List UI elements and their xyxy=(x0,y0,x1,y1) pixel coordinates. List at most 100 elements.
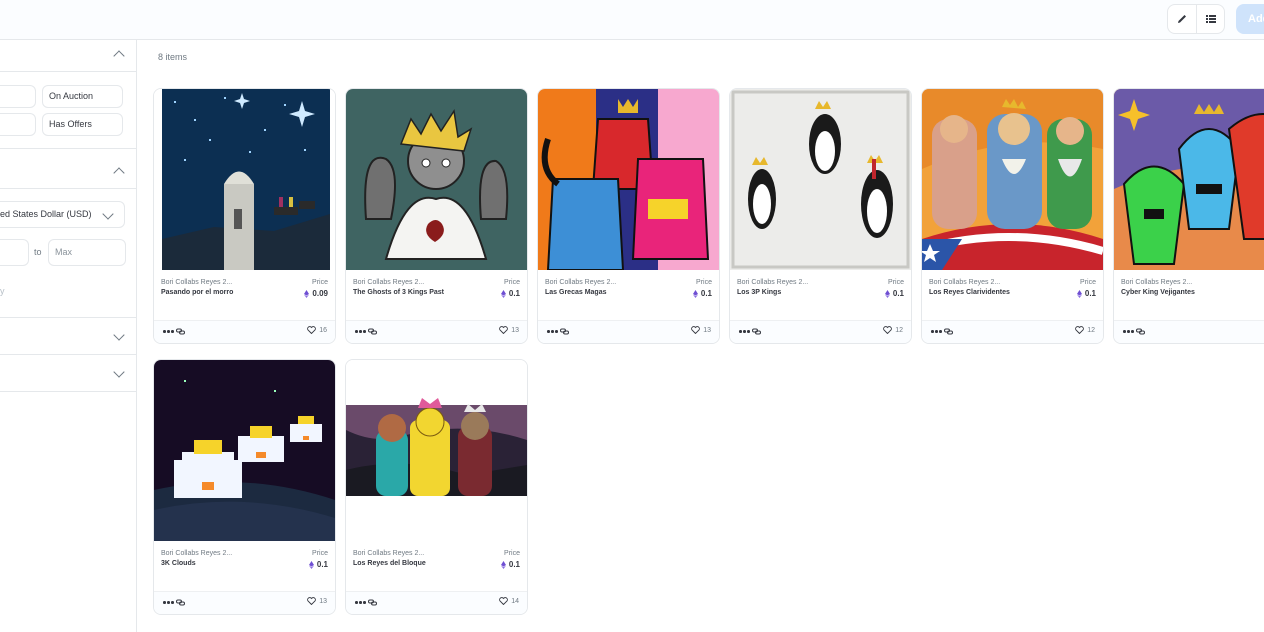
collection-name: Bori Collabs Reyes 2... xyxy=(545,279,617,286)
more-options-icon[interactable] xyxy=(163,330,174,333)
price-amount: 0.1 xyxy=(1084,289,1096,298)
nft-name[interactable]: Cyber King Vejigantes xyxy=(1121,289,1195,296)
link-icon[interactable] xyxy=(1136,327,1145,336)
filter-sidebar: On Auction Has Offers ed States Dollar (… xyxy=(0,40,137,632)
filter-section-collapsed[interactable] xyxy=(0,355,137,392)
more-options-icon[interactable] xyxy=(739,330,750,333)
nft-name[interactable]: The Ghosts of 3 Kings Past xyxy=(353,289,444,296)
link-icon[interactable] xyxy=(560,327,569,336)
price-amount: 0.1 xyxy=(892,289,904,298)
nft-name[interactable]: 3K Clouds xyxy=(161,560,196,567)
has-offers-toggle[interactable]: Has Offers xyxy=(42,113,123,136)
apply-price-button[interactable]: y xyxy=(0,286,5,296)
eth-icon xyxy=(304,289,310,298)
nft-card-footer: 12 xyxy=(922,320,1103,343)
nft-card-footer: 12 xyxy=(730,320,911,343)
price-amount: 0.1 xyxy=(508,560,520,569)
price-range-to-label: to xyxy=(34,247,42,257)
nft-name[interactable]: Los 3P Kings xyxy=(737,289,781,296)
price-value: 0.1 xyxy=(1076,289,1096,298)
price-max-input[interactable]: Max xyxy=(48,239,126,266)
new-toggle[interactable] xyxy=(0,113,36,136)
nft-card[interactable]: Bori Collabs Reyes 2... Los Reyes del Bl… xyxy=(345,359,528,615)
more-options-icon[interactable] xyxy=(1123,330,1134,333)
favorite-count: 12 xyxy=(895,326,903,334)
price-label: Price xyxy=(1080,279,1096,286)
price-filter-header[interactable] xyxy=(0,148,137,189)
more-options-icon[interactable] xyxy=(163,601,174,604)
eth-icon xyxy=(692,289,698,298)
nft-card[interactable]: Bori Collabs Reyes 2... The Ghosts of 3 … xyxy=(345,88,528,344)
favorite-button[interactable]: 16 xyxy=(307,326,327,334)
nft-card[interactable]: Bori Collabs Reyes 2... Pasando por el m… xyxy=(153,88,336,344)
on-auction-toggle[interactable]: On Auction xyxy=(42,85,123,108)
nft-card[interactable]: Bori Collabs Reyes 2... 3K Clouds Price … xyxy=(153,359,336,615)
favorite-button[interactable]: 14 xyxy=(499,597,519,605)
nft-card[interactable]: Bori Collabs Reyes 2... Los Reyes Clariv… xyxy=(921,88,1104,344)
price-label: Price xyxy=(504,279,520,286)
favorite-button[interactable]: 12 xyxy=(883,326,903,334)
link-icon[interactable] xyxy=(944,327,953,336)
price-label: Price xyxy=(312,279,328,286)
favorite-button[interactable]: 13 xyxy=(499,326,519,334)
collection-name: Bori Collabs Reyes 2... xyxy=(1121,279,1193,286)
link-icon[interactable] xyxy=(368,327,377,336)
list-view-button[interactable] xyxy=(1196,5,1224,33)
heart-icon xyxy=(499,326,509,334)
edit-view-button[interactable] xyxy=(1168,5,1196,33)
buy-now-toggle[interactable] xyxy=(0,85,36,108)
status-filter-header[interactable] xyxy=(0,40,137,72)
collection-name: Bori Collabs Reyes 2... xyxy=(353,550,425,557)
heart-icon xyxy=(691,326,701,334)
nft-name[interactable]: Las Grecas Magas xyxy=(545,289,606,296)
more-options-icon[interactable] xyxy=(355,601,366,604)
nft-card[interactable]: Bori Collabs Reyes 2... Cyber King Vejig… xyxy=(1113,88,1264,344)
favorite-count: 12 xyxy=(1087,326,1095,334)
price-amount: 0.1 xyxy=(508,289,520,298)
eth-icon xyxy=(308,560,314,569)
collection-name: Bori Collabs Reyes 2... xyxy=(929,279,1001,286)
favorite-button[interactable]: 13 xyxy=(307,597,327,605)
nft-card-info: Bori Collabs Reyes 2... The Ghosts of 3 … xyxy=(346,270,527,320)
chevron-down-icon xyxy=(113,366,125,378)
link-icon[interactable] xyxy=(752,327,761,336)
nft-name[interactable]: Los Reyes del Bloque xyxy=(353,560,426,567)
nft-card-info: Bori Collabs Reyes 2... Las Grecas Magas… xyxy=(538,270,719,320)
more-options-icon[interactable] xyxy=(547,330,558,333)
nft-card-info: Bori Collabs Reyes 2... Los 3P Kings Pri… xyxy=(730,270,911,320)
view-toggle xyxy=(1167,4,1225,34)
favorite-button[interactable]: 13 xyxy=(691,326,711,334)
filter-section-collapsed[interactable] xyxy=(0,317,137,355)
price-label: Price xyxy=(504,550,520,557)
favorite-count: 14 xyxy=(511,597,519,605)
nft-name[interactable]: Pasando por el morro xyxy=(161,289,233,296)
favorite-button[interactable]: 12 xyxy=(1075,326,1095,334)
price-min-input[interactable] xyxy=(0,239,29,266)
price-value: 0.1 xyxy=(500,560,520,569)
link-icon[interactable] xyxy=(176,327,185,336)
favorite-count: 16 xyxy=(319,326,327,334)
price-value: 0.1 xyxy=(692,289,712,298)
nft-card[interactable]: Bori Collabs Reyes 2... Los 3P Kings Pri… xyxy=(729,88,912,344)
price-label: Price xyxy=(696,279,712,286)
currency-select[interactable]: ed States Dollar (USD) xyxy=(0,201,125,228)
more-options-icon[interactable] xyxy=(355,330,366,333)
collection-name: Bori Collabs Reyes 2... xyxy=(353,279,425,286)
eth-icon xyxy=(500,289,506,298)
more-options-icon[interactable] xyxy=(931,330,942,333)
price-value: 0.1 xyxy=(884,289,904,298)
favorite-count: 13 xyxy=(319,597,327,605)
nft-card-info: Bori Collabs Reyes 2... Los Reyes Clariv… xyxy=(922,270,1103,320)
top-bar: Add xyxy=(0,0,1264,40)
collection-name: Bori Collabs Reyes 2... xyxy=(161,550,233,557)
link-icon[interactable] xyxy=(368,598,377,607)
add-button[interactable]: Add xyxy=(1236,4,1264,34)
nft-image xyxy=(730,89,911,270)
link-icon[interactable] xyxy=(176,598,185,607)
nft-image xyxy=(922,89,1103,270)
price-label: Price xyxy=(312,550,328,557)
nft-card[interactable]: Bori Collabs Reyes 2... Las Grecas Magas… xyxy=(537,88,720,344)
heart-icon xyxy=(499,597,509,605)
nft-name[interactable]: Los Reyes Clarividentes xyxy=(929,289,1010,296)
nft-card-info: Bori Collabs Reyes 2... Cyber King Vejig… xyxy=(1114,270,1264,320)
